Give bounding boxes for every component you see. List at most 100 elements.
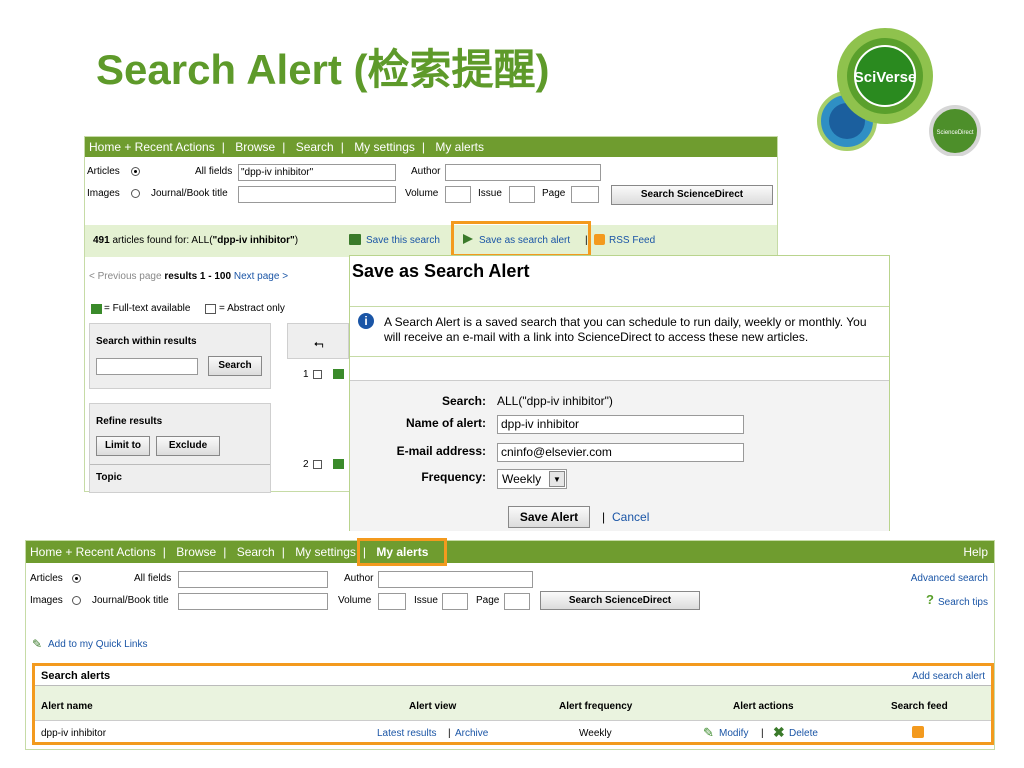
info-icon: i — [358, 313, 374, 329]
nav-settings[interactable]: My settings — [295, 545, 356, 559]
nav-alerts[interactable]: My alerts — [435, 140, 484, 154]
slide-title: Search Alert (检索提醒) — [96, 46, 550, 93]
search-within-input[interactable] — [96, 358, 198, 375]
author-label: Author — [411, 166, 441, 177]
frequency-label: Frequency: — [421, 470, 486, 484]
journal-input[interactable] — [238, 186, 396, 203]
nav-browse[interactable]: Browse — [235, 140, 275, 154]
author-label: Author — [344, 573, 374, 584]
my-alerts-highlight — [357, 538, 447, 566]
col-alert-frequency: Alert frequency — [559, 701, 633, 712]
alert-tag-icon — [463, 234, 473, 244]
nav-search[interactable]: Search — [237, 545, 275, 559]
sort-icon[interactable]: ⮢ — [314, 336, 324, 351]
search-tips-link[interactable]: Search tips — [938, 597, 988, 608]
results-summary: 491 articles found for: ALL("dpp-iv inhi… — [93, 235, 299, 246]
search-within-button[interactable]: Search — [208, 356, 262, 376]
nav-browse[interactable]: Browse — [176, 545, 216, 559]
prev-page-link[interactable]: < Previous page — [89, 271, 162, 282]
result-checkbox-1[interactable] — [313, 370, 322, 379]
alert-name-input[interactable]: dpp-iv inhibitor — [497, 415, 744, 434]
latest-results-link[interactable]: Latest results — [377, 728, 436, 739]
chevron-down-icon[interactable]: ▼ — [549, 471, 565, 487]
result-fulltext-icon-1 — [333, 369, 344, 379]
search-alerts-table: Search alerts Add search alert Alert nam… — [32, 663, 994, 745]
page-input[interactable] — [571, 186, 599, 203]
exclude-button[interactable]: Exclude — [156, 436, 220, 456]
articles-radio[interactable] — [131, 167, 140, 176]
search-sciencedirect-button[interactable]: Search ScienceDirect — [540, 591, 700, 610]
images-radio[interactable] — [131, 189, 140, 198]
articles-radio[interactable] — [72, 574, 81, 583]
volume-label: Volume — [338, 595, 372, 606]
rss-icon — [594, 234, 605, 245]
nav-home[interactable]: Home + Recent Actions — [89, 140, 215, 154]
help-link[interactable]: Help — [963, 541, 988, 563]
dialog-title: Save as Search Alert — [352, 261, 530, 281]
search-value: ALL("dpp-iv inhibitor") — [497, 394, 613, 408]
all-fields-input[interactable]: "dpp-iv inhibitor" — [238, 164, 396, 181]
delete-link[interactable]: Delete — [789, 728, 818, 739]
journal-label: Journal/Book title — [92, 595, 169, 606]
result-number-1: 1 — [303, 369, 309, 380]
refine-title: Refine results — [96, 416, 163, 427]
issue-label: Issue — [478, 188, 502, 199]
quick-links-link[interactable]: Add to my Quick Links — [48, 639, 147, 650]
issue-label: Issue — [414, 595, 438, 606]
author-input[interactable] — [445, 164, 601, 181]
limit-to-button[interactable]: Limit to — [96, 436, 150, 456]
all-fields-input[interactable] — [178, 571, 328, 588]
table-header-row — [35, 686, 991, 720]
alert-frequency-cell: Weekly — [579, 728, 612, 739]
rss-feed-link[interactable]: RSS Feed — [609, 235, 655, 246]
sciverse-logo: SciVerse ScienceDirect — [815, 26, 985, 157]
issue-input[interactable] — [509, 186, 535, 203]
advanced-search-link[interactable]: Advanced search — [911, 573, 988, 584]
result-number-2: 2 — [303, 459, 309, 470]
search-sciencedirect-button[interactable]: Search ScienceDirect — [611, 185, 773, 205]
frequency-select[interactable]: Weekly ▼ — [497, 469, 567, 489]
result-checkbox-2[interactable] — [313, 460, 322, 469]
nav-settings[interactable]: My settings — [354, 140, 415, 154]
full-text-legend: = Full-text available — [104, 303, 191, 314]
save-search-link[interactable]: Save this search — [366, 235, 440, 246]
author-input[interactable] — [378, 571, 533, 588]
refine-panel: Refine results Limit to Exclude Topic — [89, 403, 271, 493]
email-input[interactable]: cninfo@elsevier.com — [497, 443, 744, 462]
volume-input[interactable] — [445, 186, 471, 203]
result-fulltext-icon-2 — [333, 459, 344, 469]
next-page-link[interactable]: Next page > — [234, 271, 288, 282]
results-range: results 1 - 100 — [164, 271, 232, 282]
issue-input[interactable] — [442, 593, 468, 610]
all-fields-label: All fields — [195, 166, 233, 177]
paging: < Previous page results 1 - 100 Next pag… — [89, 271, 288, 282]
frequency-selected: Weekly — [502, 472, 542, 486]
alert-name-cell: dpp-iv inhibitor — [41, 728, 107, 739]
top-nav: Home + Recent Actions | Browse | Search | M… — [85, 137, 777, 157]
save-alert-button[interactable]: Save Alert — [508, 506, 590, 528]
journal-input[interactable] — [178, 593, 328, 610]
images-radio[interactable] — [72, 596, 81, 605]
logo-main-text: SciVerse — [854, 69, 917, 86]
cancel-link[interactable]: Cancel — [612, 510, 649, 524]
save-alert-dialog: Save as Search Alert i A Search Alert is… — [349, 255, 890, 531]
page-input[interactable] — [504, 593, 530, 610]
images-radio-label: Images — [87, 188, 120, 199]
abstract-legend: = Abstract only — [219, 303, 285, 314]
page-label: Page — [542, 188, 566, 199]
delete-icon: ✖ — [773, 724, 785, 740]
volume-input[interactable] — [378, 593, 406, 610]
col-alert-view: Alert view — [409, 701, 457, 712]
save-alert-link[interactable]: Save as search alert — [479, 235, 570, 246]
nav-home[interactable]: Home + Recent Actions — [30, 545, 156, 559]
topic-title: Topic — [96, 472, 122, 483]
articles-radio-label: Articles — [30, 573, 63, 584]
add-search-alert-link[interactable]: Add search alert — [912, 671, 985, 682]
images-radio-label: Images — [30, 595, 63, 606]
archive-link[interactable]: Archive — [455, 728, 488, 739]
alert-name-label: Name of alert: — [405, 416, 486, 430]
modify-link[interactable]: Modify — [719, 728, 748, 739]
nav-search[interactable]: Search — [296, 140, 334, 154]
rss-icon[interactable] — [912, 726, 924, 738]
search-label: Search: — [441, 394, 486, 408]
